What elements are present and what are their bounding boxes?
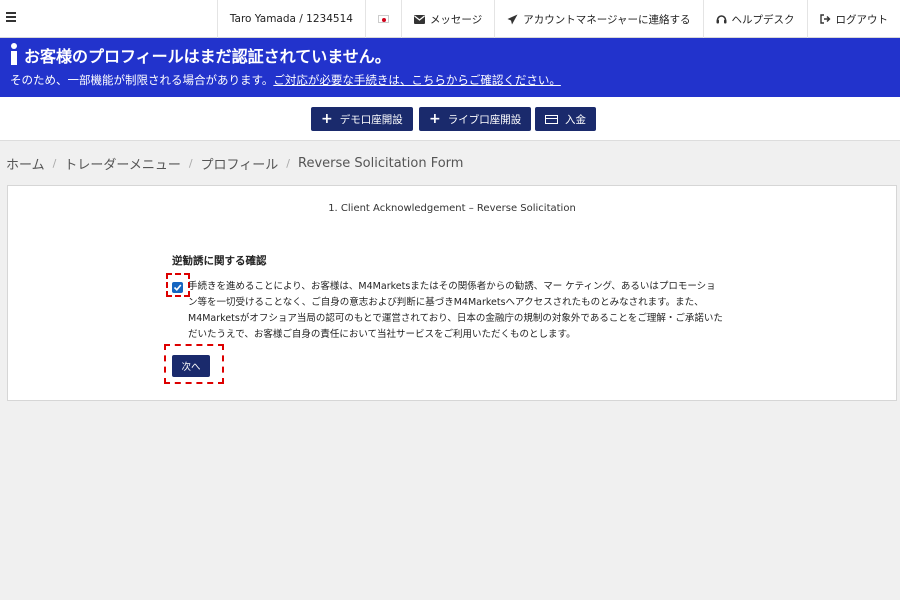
- alert-text: そのため、一部機能が制限される場合があります。: [10, 73, 274, 87]
- plus-icon: +: [429, 111, 441, 127]
- messages-label: メッセージ: [429, 13, 483, 26]
- contact-manager-label: アカウントマネージャーに連絡する: [523, 13, 691, 26]
- user-label: Taro Yamada / 1234514: [229, 13, 353, 25]
- top-nav: Taro Yamada / 1234514 メッセージ アカウントマネージャーに…: [216, 0, 900, 38]
- helpdesk-label: ヘルプデスク: [731, 13, 795, 26]
- breadcrumb-profile[interactable]: プロフィール: [201, 154, 279, 173]
- japan-flag-icon: [377, 15, 389, 23]
- breadcrumb-trader-menu[interactable]: トレーダーメニュー: [64, 154, 180, 173]
- top-bar: Taro Yamada / 1234514 メッセージ アカウントマネージャーに…: [0, 0, 900, 38]
- deposit-button[interactable]: 入金: [535, 107, 596, 131]
- verification-link[interactable]: ご対応が必要な手続きは、こちらからご確認ください。: [273, 73, 561, 87]
- consent-text: 手続きを進めることにより、お客様は、M4Marketsまたはその関係者からの勧誘…: [188, 281, 723, 340]
- envelope-icon: [413, 14, 425, 24]
- section-title: 逆勧誘に関する確認: [172, 255, 267, 267]
- verification-alert: お客様のプロフィールはまだ認証されていません。 そのため、一部機能が制限される場…: [0, 38, 900, 97]
- language-selector[interactable]: [364, 0, 401, 38]
- live-label: ライブ口座開設: [447, 113, 522, 126]
- action-bar: + デモ口座開設 + ライブ口座開設 入金: [0, 97, 900, 141]
- deposit-label: 入金: [565, 113, 586, 126]
- logout-link[interactable]: ログアウト: [806, 0, 900, 38]
- next-button[interactable]: 次へ: [172, 355, 210, 377]
- breadcrumb: ホーム / トレーダーメニュー / プロフィール / Reverse Solic…: [6, 154, 464, 173]
- breadcrumb-current: Reverse Solicitation Form: [298, 156, 464, 171]
- logout-icon: [819, 14, 830, 24]
- alert-description: そのため、一部機能が制限される場合があります。ご対応が必要な手続きは、こちらから…: [10, 72, 561, 88]
- open-demo-account-button[interactable]: + デモ口座開設: [311, 107, 413, 131]
- helpdesk-link[interactable]: ヘルプデスク: [702, 0, 807, 38]
- user-account[interactable]: Taro Yamada / 1234514: [216, 0, 365, 38]
- reverse-solicitation-form: 1. Client Acknowledgement – Reverse Soli…: [7, 185, 897, 401]
- open-live-account-button[interactable]: + ライブ口座開設: [419, 107, 532, 131]
- plus-icon: +: [321, 111, 333, 127]
- checkmark-icon: [173, 284, 182, 291]
- demo-label: デモ口座開設: [339, 113, 403, 126]
- consent-checkbox[interactable]: [172, 282, 183, 293]
- alert-title: お客様のプロフィールはまだ認証されていません。: [24, 47, 391, 66]
- menu-icon[interactable]: [6, 12, 16, 22]
- credit-card-icon: [545, 114, 558, 124]
- contact-manager-link[interactable]: アカウントマネージャーに連絡する: [494, 0, 702, 38]
- paper-plane-icon: [507, 14, 518, 24]
- logout-label: ログアウト: [835, 13, 889, 26]
- info-icon: [9, 43, 19, 65]
- step-title: 1. Client Acknowledgement – Reverse Soli…: [328, 203, 576, 214]
- headset-icon: [716, 14, 726, 23]
- messages-link[interactable]: メッセージ: [400, 0, 494, 38]
- breadcrumb-home[interactable]: ホーム: [6, 154, 45, 173]
